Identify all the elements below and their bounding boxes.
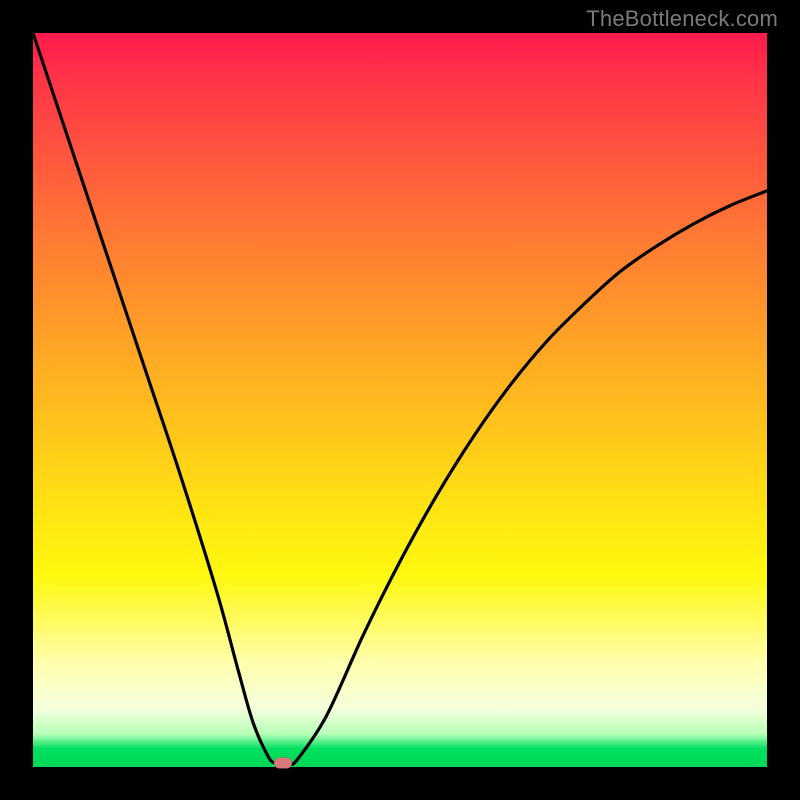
- min-marker: [274, 758, 292, 769]
- watermark-text: TheBottleneck.com: [586, 6, 778, 32]
- plot-area: [33, 33, 767, 767]
- curve-svg: [33, 33, 767, 767]
- chart-frame: TheBottleneck.com: [0, 0, 800, 800]
- bottleneck-curve: [33, 33, 767, 764]
